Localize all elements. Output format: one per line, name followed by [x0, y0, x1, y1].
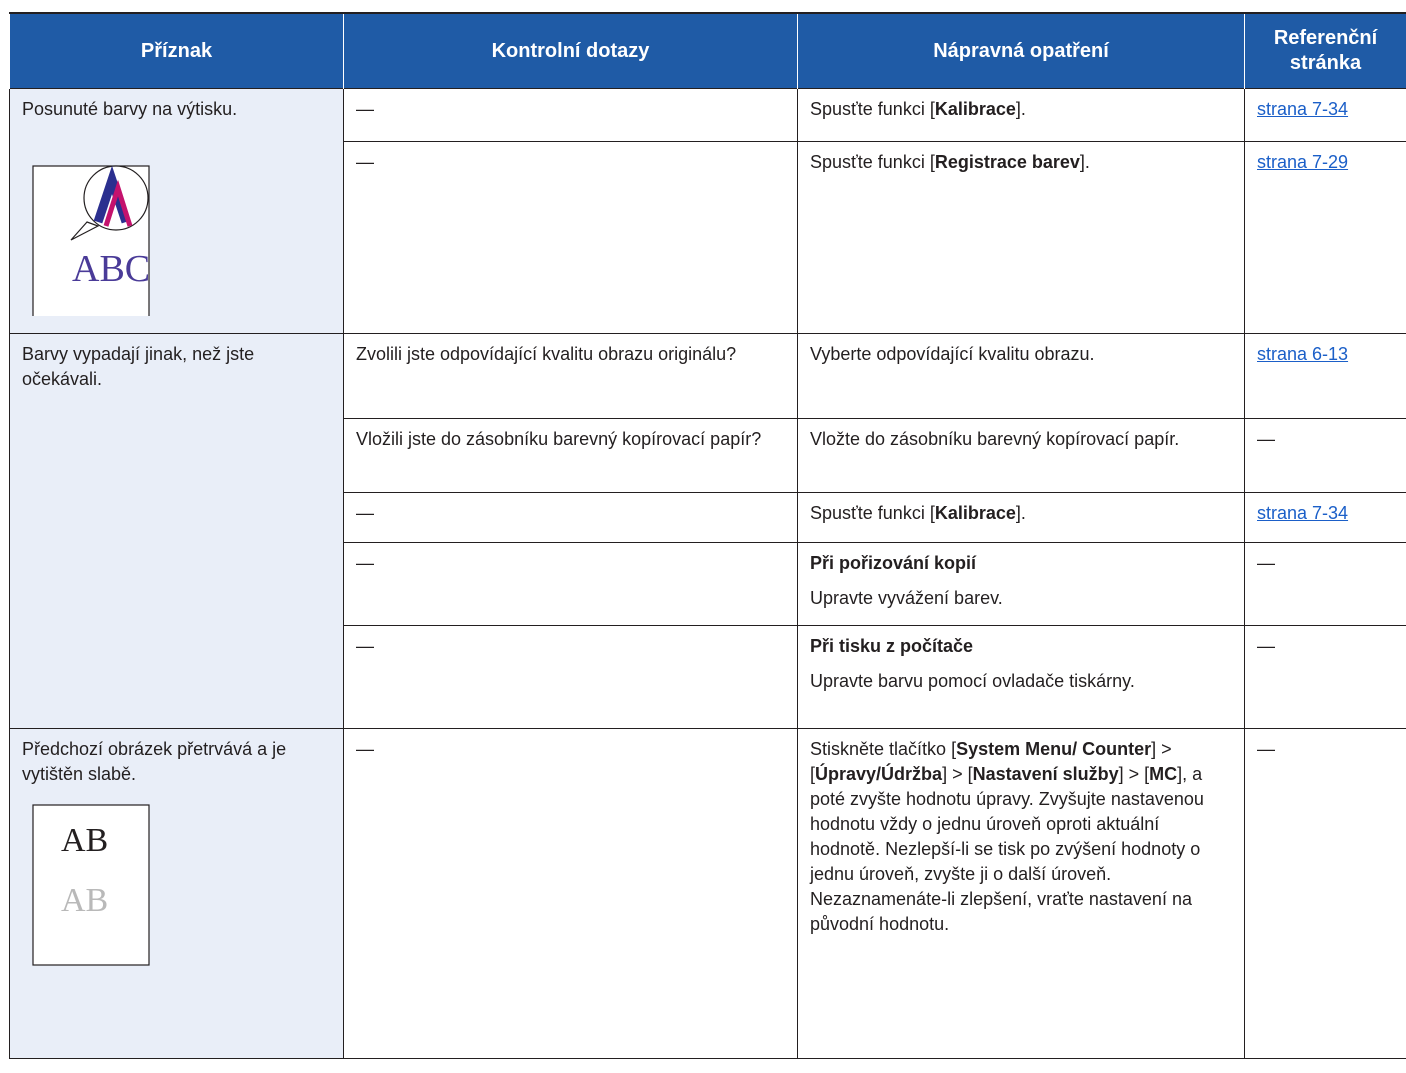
check-cell: — [343, 87, 798, 143]
remedy-cell: Spusťte funkci [Kalibrace]. [797, 87, 1245, 143]
remedy-text: Upravte vyvážení barev. [810, 588, 1003, 608]
menu-name: Úpravy/Údržba [815, 764, 943, 784]
button-name: Registrace barev [934, 152, 1080, 173]
reference-link[interactable]: strana 7-34 [1257, 99, 1348, 119]
check-cell: — [343, 542, 798, 626]
reference-cell: — [1244, 542, 1406, 626]
misregistered-color-illustration: ABC [22, 136, 331, 343]
remedy-heading: Při pořizování kopií [810, 553, 977, 573]
remedy-cell: Stiskněte tlačítko [System Menu/ Counter… [797, 728, 1245, 1059]
menu-name: MC [1149, 764, 1178, 784]
header-remedy: Nápravná opatření [797, 13, 1245, 89]
reference-link[interactable]: strana 7-34 [1257, 503, 1348, 523]
button-name: Kalibrace [934, 99, 1016, 119]
reference-link[interactable]: strana 7-29 [1257, 152, 1348, 172]
header-symptom: Příznak [9, 13, 344, 89]
reference-cell: — [1244, 625, 1406, 729]
check-cell: — [343, 625, 798, 729]
symptom-cell: Posunuté barvy na výtisku. ABC [9, 88, 344, 343]
check-cell: Vložili jste do zásobníku barevný kopíro… [343, 418, 798, 493]
reference-cell: — [1244, 728, 1406, 1059]
header-row: Příznak Kontrolní dotazy Nápravná opatře… [9, 13, 1406, 89]
remedy-text: ]. [1015, 99, 1026, 119]
remedy-cell: Spusťte funkci [Registrace barev]. [797, 141, 1245, 334]
remedy-text: ]. [1079, 152, 1090, 173]
remedy-cell: Spusťte funkci [Kalibrace]. [797, 492, 1245, 543]
symptom-cell: Barvy vypadají jinak, než jste očekávali… [9, 333, 344, 729]
button-name: Kalibrace [934, 503, 1016, 523]
troubleshooting-table: Příznak Kontrolní dotazy Nápravná opatře… [9, 12, 1406, 1059]
remedy-heading: Při tisku z počítače [810, 636, 974, 656]
menu-name: Nastavení služby [972, 764, 1119, 784]
check-cell: — [343, 492, 798, 543]
table-row: Posunuté barvy na výtisku. ABC — Spusťte… [9, 87, 1406, 343]
header-reference: Referenční stránka [1244, 13, 1406, 89]
button-name: System Menu/ Counter [956, 739, 1152, 759]
reference-cell: strana 6-13 [1244, 333, 1406, 419]
illustration-ab-dark: AB [61, 822, 108, 859]
reference-cell: strana 7-29 [1244, 141, 1406, 334]
remedy-text: ]. [1015, 503, 1026, 523]
reference-cell: strana 7-34 [1244, 492, 1406, 543]
table-row: Barvy vypadají jinak, než jste očekávali… [9, 333, 1406, 729]
ghost-page-icon: AB AB [32, 804, 150, 966]
color-shift-page-icon: ABC [32, 165, 150, 343]
check-cell: — [343, 141, 798, 334]
remedy-cell: Vložte do zásobníku barevný kopírovací p… [797, 418, 1245, 493]
table-row: Předchozí obrázek přetrvává a je vytiště… [9, 728, 1406, 1059]
remedy-cell: Při pořizování kopií Upravte vyvážení ba… [797, 542, 1245, 626]
remedy-cell: Vyberte odpovídající kvalitu obrazu. [797, 333, 1245, 419]
symptom-text: Posunuté barvy na výtisku. [22, 99, 238, 119]
illustration-ab-faint: AB [61, 882, 108, 919]
reference-link[interactable]: strana 6-13 [1257, 344, 1348, 364]
remedy-text: Spusťte funkci [ [810, 503, 935, 523]
ghost-image-illustration: AB AB [22, 801, 331, 978]
header-checks: Kontrolní dotazy [343, 13, 798, 89]
remedy-cell: Při tisku z počítače Upravte barvu pomoc… [797, 625, 1245, 729]
check-cell: — [343, 728, 798, 1059]
remedy-text: Upravte barvu pomocí ovladače tiskárny. [810, 671, 1135, 691]
remedy-text: Spusťte funkci [ [810, 152, 935, 173]
symptom-text: Předchozí obrázek přetrvává a je vytiště… [22, 739, 287, 784]
reference-cell: — [1244, 418, 1406, 493]
remedy-text: Spusťte funkci [ [810, 99, 935, 119]
reference-cell: strana 7-34 [1244, 87, 1406, 143]
illustration-abc: ABC [72, 248, 150, 290]
symptom-cell: Předchozí obrázek přetrvává a je vytiště… [9, 728, 344, 1059]
check-cell: Zvolili jste odpovídající kvalitu obrazu… [343, 333, 798, 419]
